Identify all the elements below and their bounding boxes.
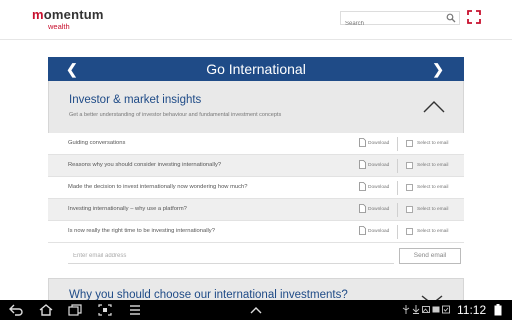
item-label: Made the decision to invest internationa… bbox=[68, 184, 248, 190]
section-title: Why you should choose our international … bbox=[69, 289, 348, 300]
email-row: Send email bbox=[48, 244, 464, 270]
select-checkbox[interactable] bbox=[406, 162, 413, 169]
download-icon bbox=[412, 305, 420, 314]
item-label: Reasons why you should consider investin… bbox=[68, 162, 222, 168]
logo-subtitle: wealth bbox=[48, 22, 70, 31]
recent-apps-icon[interactable] bbox=[67, 303, 83, 317]
document-icon bbox=[359, 138, 366, 147]
section-description: Get a better understanding of investor b… bbox=[69, 112, 282, 118]
system-navigation-bar: 11:12 bbox=[0, 300, 512, 320]
download-label: Download bbox=[368, 185, 390, 190]
download-label: Download bbox=[368, 229, 390, 234]
divider bbox=[397, 137, 398, 151]
item-label: Investing internationally – why use a pl… bbox=[68, 206, 187, 212]
usb-icon bbox=[402, 305, 410, 314]
back-icon[interactable] bbox=[8, 303, 24, 317]
document-icon bbox=[359, 204, 366, 213]
accordion-section-header[interactable]: Investor & market insights Get a better … bbox=[48, 81, 464, 133]
gallery-icon bbox=[432, 306, 440, 313]
email-field[interactable] bbox=[68, 248, 394, 264]
page-banner: ❮ Go International ❯ bbox=[48, 57, 464, 81]
select-checkbox[interactable] bbox=[406, 228, 413, 235]
download-label: Download bbox=[368, 207, 390, 212]
chevron-up-icon[interactable] bbox=[423, 99, 445, 113]
battery-icon bbox=[494, 304, 502, 316]
select-label: Select to email bbox=[417, 207, 449, 212]
select-label: Select to email bbox=[417, 141, 449, 146]
divider bbox=[397, 159, 398, 173]
logo-wordmark: momentum bbox=[32, 8, 104, 22]
download-label: Download bbox=[368, 141, 390, 146]
divider bbox=[397, 203, 398, 217]
page-title: Go International bbox=[206, 61, 306, 77]
app-header: momentum wealth bbox=[0, 0, 512, 40]
list-item: Made the decision to invest internationa… bbox=[48, 177, 464, 199]
section-title: Investor & market insights bbox=[69, 94, 202, 106]
screenshot-icon[interactable] bbox=[97, 303, 113, 317]
select-label: Select to email bbox=[417, 229, 449, 234]
chevron-up-icon[interactable] bbox=[249, 305, 263, 315]
divider bbox=[397, 225, 398, 239]
list-item: Guiding conversations Download Select to… bbox=[48, 133, 464, 155]
select-checkbox[interactable] bbox=[406, 184, 413, 191]
item-label: Is now really the right time to be inves… bbox=[68, 228, 215, 234]
momentum-logo[interactable]: momentum wealth bbox=[32, 8, 104, 32]
send-email-button[interactable]: Send email bbox=[399, 248, 461, 264]
item-label: Guiding conversations bbox=[68, 140, 126, 146]
divider bbox=[397, 181, 398, 195]
select-checkbox[interactable] bbox=[406, 140, 413, 147]
download-label: Download bbox=[368, 163, 390, 168]
image-icon bbox=[422, 306, 430, 313]
select-checkbox[interactable] bbox=[406, 206, 413, 213]
status-clock: 11:12 bbox=[457, 303, 487, 317]
select-label: Select to email bbox=[417, 163, 449, 168]
fullscreen-icon[interactable] bbox=[467, 10, 481, 24]
document-icon bbox=[359, 226, 366, 235]
search-icon[interactable] bbox=[446, 13, 456, 23]
logo-name: omentum bbox=[43, 7, 104, 22]
list-item: Investing internationally – why use a pl… bbox=[48, 199, 464, 221]
list-item: Reasons why you should consider investin… bbox=[48, 155, 464, 177]
menu-icon[interactable] bbox=[127, 303, 143, 317]
list-item: Is now really the right time to be inves… bbox=[48, 221, 464, 243]
accordion-section-header[interactable]: Why you should choose our international … bbox=[48, 278, 464, 300]
search-box[interactable] bbox=[340, 11, 460, 30]
select-label: Select to email bbox=[417, 185, 449, 190]
logo-initial: m bbox=[32, 7, 44, 22]
home-icon[interactable] bbox=[38, 303, 54, 317]
document-icon bbox=[359, 160, 366, 169]
document-icon bbox=[359, 182, 366, 191]
next-arrow-icon[interactable]: ❯ bbox=[432, 60, 444, 78]
checkbox-icon bbox=[442, 305, 450, 314]
search-input[interactable] bbox=[341, 18, 441, 30]
